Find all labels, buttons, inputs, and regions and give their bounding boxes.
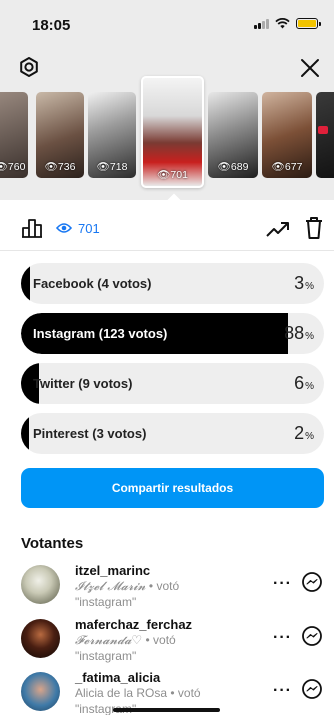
poll-option[interactable]: Instagram (123 votos) 88% xyxy=(21,313,324,354)
poll-option[interactable]: Pinterest (3 votos) 2% xyxy=(21,413,324,454)
story-thumbnail[interactable]: 👁760 xyxy=(0,92,28,178)
eye-icon xyxy=(56,223,72,233)
voter-row: maferchaz_ferchaz 𝓕𝓮𝓻𝓷𝓪𝓷𝓭𝓪♡ • votó "inst… xyxy=(21,617,324,671)
poll-result-bar xyxy=(21,263,31,304)
messenger-icon[interactable] xyxy=(301,571,323,593)
voter-username[interactable]: maferchaz_ferchaz xyxy=(75,617,255,632)
battery-icon xyxy=(296,18,321,29)
signal-icon xyxy=(254,18,269,29)
status-time: 18:05 xyxy=(32,17,71,34)
more-options-icon[interactable]: ··· xyxy=(273,682,292,700)
view-count: 701 xyxy=(78,221,100,236)
thumbnail-views: 👁689 xyxy=(217,161,249,173)
trash-icon[interactable] xyxy=(304,216,324,240)
voter-username[interactable]: itzel_marinc xyxy=(75,563,255,578)
voter-info: maferchaz_ferchaz 𝓕𝓮𝓻𝓷𝓪𝓷𝓭𝓪♡ • votó "inst… xyxy=(75,617,255,664)
poll-option-label: Twitter (9 votos) xyxy=(33,376,133,391)
poll-option-label: Pinterest (3 votos) xyxy=(33,426,147,441)
poll-option-percent: 6% xyxy=(294,373,314,393)
voters-title: Votantes xyxy=(21,535,84,552)
bar-chart-icon[interactable] xyxy=(21,217,43,239)
home-indicator xyxy=(113,708,220,712)
stats-bar: 701 xyxy=(0,214,334,244)
avatar[interactable] xyxy=(21,672,60,711)
poll-option-percent: 3% xyxy=(294,273,314,293)
share-results-button[interactable]: Compartir resultados xyxy=(21,468,324,508)
story-thumbnail-selected[interactable]: 👁701 xyxy=(141,76,204,188)
more-options-icon[interactable]: ··· xyxy=(273,575,292,593)
story-thumbnail[interactable]: 👁736 xyxy=(36,92,84,178)
close-icon[interactable] xyxy=(296,54,324,82)
story-thumbnail[interactable]: 👁677 xyxy=(262,92,312,178)
thumbnail-views: 👁718 xyxy=(96,161,128,173)
voter-detail: 𝓕𝓮𝓻𝓷𝓪𝓷𝓭𝓪♡ • votó xyxy=(75,633,176,647)
status-icons xyxy=(254,18,321,29)
voter-username[interactable]: _fatima_alicia xyxy=(75,670,255,685)
voter-choice: "instagram" xyxy=(75,649,137,663)
more-options-icon[interactable]: ··· xyxy=(273,629,292,647)
thumbnail-views: 👁760 xyxy=(0,161,26,173)
thumbnail-views: 👁736 xyxy=(44,161,76,173)
story-thumbnail[interactable]: 👁718 xyxy=(88,92,136,178)
avatar[interactable] xyxy=(21,565,60,604)
thumbnail-views: 👁701 xyxy=(157,169,188,181)
messenger-icon[interactable] xyxy=(301,678,323,700)
messenger-icon[interactable] xyxy=(301,625,323,647)
voter-info: itzel_marinc 𝓘𝓽𝔃𝓮𝓵 𝓜𝓪𝓻𝓲𝓷 • votó "instagr… xyxy=(75,563,255,610)
poll-option[interactable]: Facebook (4 votos) 3% xyxy=(21,263,324,304)
poll-option-label: Instagram (123 votos) xyxy=(33,326,168,341)
poll-option-percent: 88% xyxy=(284,323,314,343)
story-thumbnail-strip: 👁760 👁736 👁718 👁701 👁689 👁677 xyxy=(0,76,334,190)
story-thumbnail[interactable]: 👁689 xyxy=(208,92,258,178)
trending-icon[interactable] xyxy=(266,220,290,238)
poll-result-bar xyxy=(21,413,29,454)
avatar[interactable] xyxy=(21,619,60,658)
voter-detail: 𝓘𝓽𝔃𝓮𝓵 𝓜𝓪𝓻𝓲𝓷 • votó xyxy=(75,579,180,593)
voter-detail: Alicia de la ROsa • votó xyxy=(75,686,201,700)
thumbnail-views: 👁677 xyxy=(271,161,303,173)
poll-option-percent: 2% xyxy=(294,423,314,443)
story-thumbnail[interactable] xyxy=(316,92,334,178)
status-bar: 18:05 xyxy=(0,14,334,38)
poll-option[interactable]: Twitter (9 votos) 6% xyxy=(21,363,324,404)
voter-choice: "instagram" xyxy=(75,595,137,609)
divider xyxy=(0,250,334,251)
gear-icon[interactable] xyxy=(18,56,40,78)
poll-option-label: Facebook (4 votos) xyxy=(33,276,152,291)
voter-row: itzel_marinc 𝓘𝓽𝔃𝓮𝓵 𝓜𝓪𝓻𝓲𝓷 • votó "instagr… xyxy=(21,563,324,617)
wifi-icon xyxy=(275,18,290,29)
